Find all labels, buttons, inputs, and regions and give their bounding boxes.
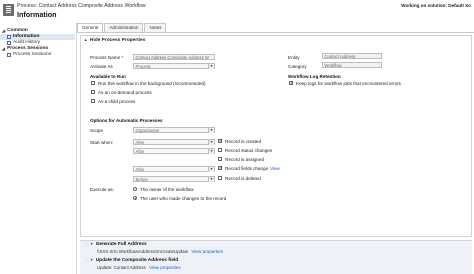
view-properties-link[interactable]: View properties: [191, 249, 223, 254]
start-after-select-2[interactable]: After ▼: [133, 148, 215, 154]
chevron-down-icon: ▼: [208, 64, 214, 69]
options-header: Options for Automatic Processes: [90, 118, 163, 123]
step-update-composite-address[interactable]: ▼ Update the Composite Address field: [90, 258, 178, 263]
available-to-run-header: Available to Run: [90, 74, 126, 79]
chevron-down-icon: ▼: [208, 149, 214, 154]
start-after-select-1[interactable]: After ▼: [133, 139, 215, 145]
entity-field: Contact Address: [322, 53, 382, 59]
page-header: Process: Contact Address Composite Addre…: [0, 0, 474, 22]
start-after-value: After: [135, 140, 145, 145]
left-navigation: ◢ Common Information Audit History ◢ Pro…: [0, 28, 75, 58]
owner-radio-label: The owner of the workflow: [140, 187, 194, 192]
step-title: Update the Composite Address field: [95, 258, 179, 263]
category-label: Category: [288, 64, 307, 69]
step-generate-full-address[interactable]: ▼ Generate Full Address: [90, 242, 147, 247]
chevron-down-icon: ▼: [208, 167, 214, 172]
activate-as-value: Process: [135, 64, 151, 69]
form-icon: [7, 35, 11, 39]
nav-divider: [76, 22, 77, 274]
nav-item-process-sessions[interactable]: Process Sessions: [0, 52, 75, 58]
on-demand-label: As an on-demand process: [98, 90, 152, 95]
owner-radio[interactable]: [133, 187, 137, 191]
collapse-triangle-icon: ◢: [2, 46, 6, 51]
status-changes-checkbox[interactable]: [218, 148, 222, 152]
record-created-checkbox[interactable]: [218, 138, 223, 144]
entity-label: Entity: [288, 55, 300, 60]
session-icon: [7, 53, 11, 57]
start-after-value: After: [135, 167, 145, 172]
fields-change-label: Record fields change: [225, 166, 269, 171]
step-title: Generate Full Address: [95, 242, 147, 247]
child-process-checkbox[interactable]: [91, 99, 95, 103]
step-sub-text: \\XXX.Xrm.WorkflowsAddressOnCreateUpdate: [97, 249, 189, 254]
step-sub-text: Update: Contact Address: [97, 265, 146, 270]
deleted-label: Record is deleted: [225, 176, 261, 181]
run-background-label: Run this workflow in the background (rec…: [98, 81, 206, 86]
tab-underline: [77, 32, 474, 33]
nav-item-label: Process Sessions: [13, 52, 52, 57]
collapse-triangle-icon: ▼: [90, 242, 94, 246]
activate-as-select[interactable]: Process ▼: [133, 63, 215, 69]
required-marker: *: [120, 55, 124, 60]
user-radio[interactable]: [133, 196, 137, 200]
collapse-triangle-icon: ▼: [90, 258, 94, 262]
view-properties-link[interactable]: View properties: [149, 265, 181, 270]
assigned-checkbox[interactable]: [218, 157, 222, 161]
page-title: Information: [17, 10, 57, 19]
scope-value: Organization: [135, 128, 160, 133]
breadcrumb: Process: Contact Address Composite Addre…: [17, 3, 146, 9]
child-process-label: As a child process: [98, 99, 136, 104]
execute-as-label: Execute as:: [90, 187, 115, 192]
collapse-triangle-icon: ▲: [84, 38, 88, 42]
process-name-label: Process Name *: [90, 55, 123, 60]
start-when-label: Start when:: [90, 140, 114, 145]
scope-label: Scope: [90, 128, 104, 133]
start-before-select[interactable]: Before ▼: [133, 176, 215, 182]
process-name-label-text: Process Name: [90, 55, 121, 60]
drag-handle-icon[interactable]: ⋮: [85, 258, 88, 262]
view-fields-link[interactable]: View: [270, 166, 280, 171]
run-background-checkbox[interactable]: [91, 81, 95, 85]
section-toggle[interactable]: ▲ Hide Process Properties: [84, 38, 145, 43]
step-sub-line: Update: Contact Address View properties: [97, 265, 181, 270]
section-title: Hide Process Properties: [89, 38, 146, 43]
category-field: Workflow: [322, 62, 382, 68]
step-sub-line: \\XXX.Xrm.WorkflowsAddressOnCreateUpdate…: [97, 249, 223, 254]
status-changes-label: Record status changes: [225, 148, 272, 153]
process-name-field[interactable]: Contact Address Composite Address W: [133, 54, 215, 60]
assigned-label: Record is assigned: [225, 157, 265, 162]
tab-bar: General Administration Notes: [77, 23, 167, 32]
fields-change-checkbox[interactable]: [218, 165, 223, 171]
start-before-value: Before: [135, 177, 148, 182]
tab-notes[interactable]: Notes: [144, 23, 167, 32]
collapse-triangle-icon: ◢: [2, 28, 6, 33]
chevron-down-icon: ▼: [208, 128, 214, 133]
start-after-value: After: [135, 149, 145, 154]
tab-general[interactable]: General: [77, 23, 104, 32]
log-retention-header: Workflow Log Retention: [288, 74, 341, 79]
chevron-down-icon: ▼: [208, 177, 214, 182]
keep-logs-checkbox[interactable]: [289, 80, 294, 86]
drag-handle-icon[interactable]: ⋮: [85, 242, 88, 246]
tab-administration[interactable]: Administration: [104, 23, 144, 32]
on-demand-checkbox[interactable]: [91, 90, 95, 94]
process-icon: [3, 4, 14, 16]
start-after-select-3[interactable]: After ▼: [133, 166, 215, 172]
user-radio-label: The user who made changes to the record: [140, 196, 227, 201]
solution-indicator: Working on solution: Default So: [401, 3, 471, 8]
scope-select[interactable]: Organization ▼: [133, 127, 215, 133]
record-created-label: Record is created: [225, 139, 262, 144]
activate-as-label: Activate As: [90, 64, 113, 69]
deleted-checkbox[interactable]: [218, 176, 222, 180]
chevron-down-icon: ▼: [208, 140, 214, 145]
keep-logs-label: Keep logs for workflow jobs that encount…: [296, 81, 401, 86]
audit-icon: [7, 41, 11, 45]
